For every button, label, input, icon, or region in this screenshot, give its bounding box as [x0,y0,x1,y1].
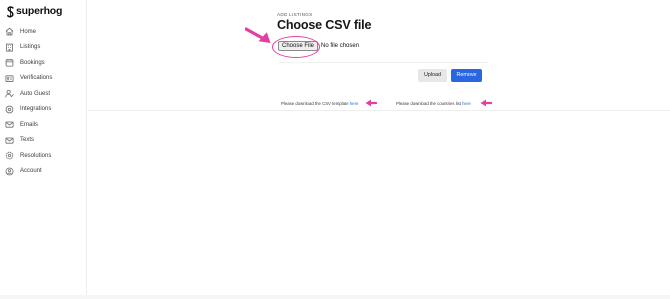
remove-button[interactable]: Remove [451,69,482,82]
sidebar-item-home[interactable]: Home [0,24,86,40]
annotation-highlight-ellipse [272,36,320,58]
building-icon [5,43,14,52]
message-icon [5,136,14,145]
divider [278,62,488,63]
sidebar-nav: Home Listings Bookings Verifications Aut… [0,24,86,179]
main-content: ADD LISTINGS Choose CSV file Choose File… [88,0,670,299]
file-status: No file chosen [321,43,360,49]
csv-template-note-text: Please download the CSV template [281,101,350,106]
countries-list-note: Please download the countries list here [396,101,471,106]
csv-template-note: Please download the CSV template here [281,101,358,106]
sidebar-item-label: Home [20,28,37,35]
home-icon [5,27,14,36]
sidebar-item-bookings[interactable]: Bookings [0,55,86,71]
sidebar-item-account[interactable]: Account [0,164,86,180]
sidebar-item-label: Emails [20,121,39,128]
sidebar: superhog Home Listings Bookings Verifica… [0,0,87,299]
superhog-logo-icon [6,5,15,18]
puzzle-icon [5,105,14,114]
sidebar-item-label: Texts [20,137,35,144]
sidebar-item-label: Verifications [20,75,53,82]
sidebar-item-label: Integrations [20,106,52,113]
settings-icon [5,151,14,160]
upload-button[interactable]: Upload [418,69,447,82]
user-check-icon [5,89,14,98]
sidebar-item-emails[interactable]: Emails [0,117,86,133]
sidebar-item-label: Bookings [20,59,45,66]
mail-icon [5,120,14,129]
annotation-arrow-icon [480,99,492,107]
bottom-strip [0,295,670,299]
sidebar-item-listings[interactable]: Listings [0,40,86,56]
csv-template-link[interactable]: here [350,101,359,106]
sidebar-item-integrations[interactable]: Integrations [0,102,86,118]
brand-logo[interactable]: superhog [6,5,63,18]
user-circle-icon [5,167,14,176]
page-title: Choose CSV file [277,18,372,32]
countries-list-note-text: Please download the countries list [396,101,463,106]
brand-name: superhog [16,5,63,17]
sidebar-item-label: Account [20,168,42,175]
sidebar-item-texts[interactable]: Texts [0,133,86,149]
countries-list-link[interactable]: here [462,101,471,106]
sidebar-item-resolutions[interactable]: Resolutions [0,148,86,164]
id-card-icon [5,74,14,83]
sidebar-item-label: Listings [20,44,41,51]
calendar-icon [5,58,14,67]
page-eyebrow: ADD LISTINGS [277,12,313,17]
sidebar-item-verifications[interactable]: Verifications [0,71,86,87]
annotation-arrow-icon [365,99,377,107]
sidebar-item-label: Auto Guest [20,90,51,97]
sidebar-item-auto-guest[interactable]: Auto Guest [0,86,86,102]
section-divider [88,110,670,111]
annotation-arrow-icon [245,27,271,43]
sidebar-item-label: Resolutions [20,152,52,159]
